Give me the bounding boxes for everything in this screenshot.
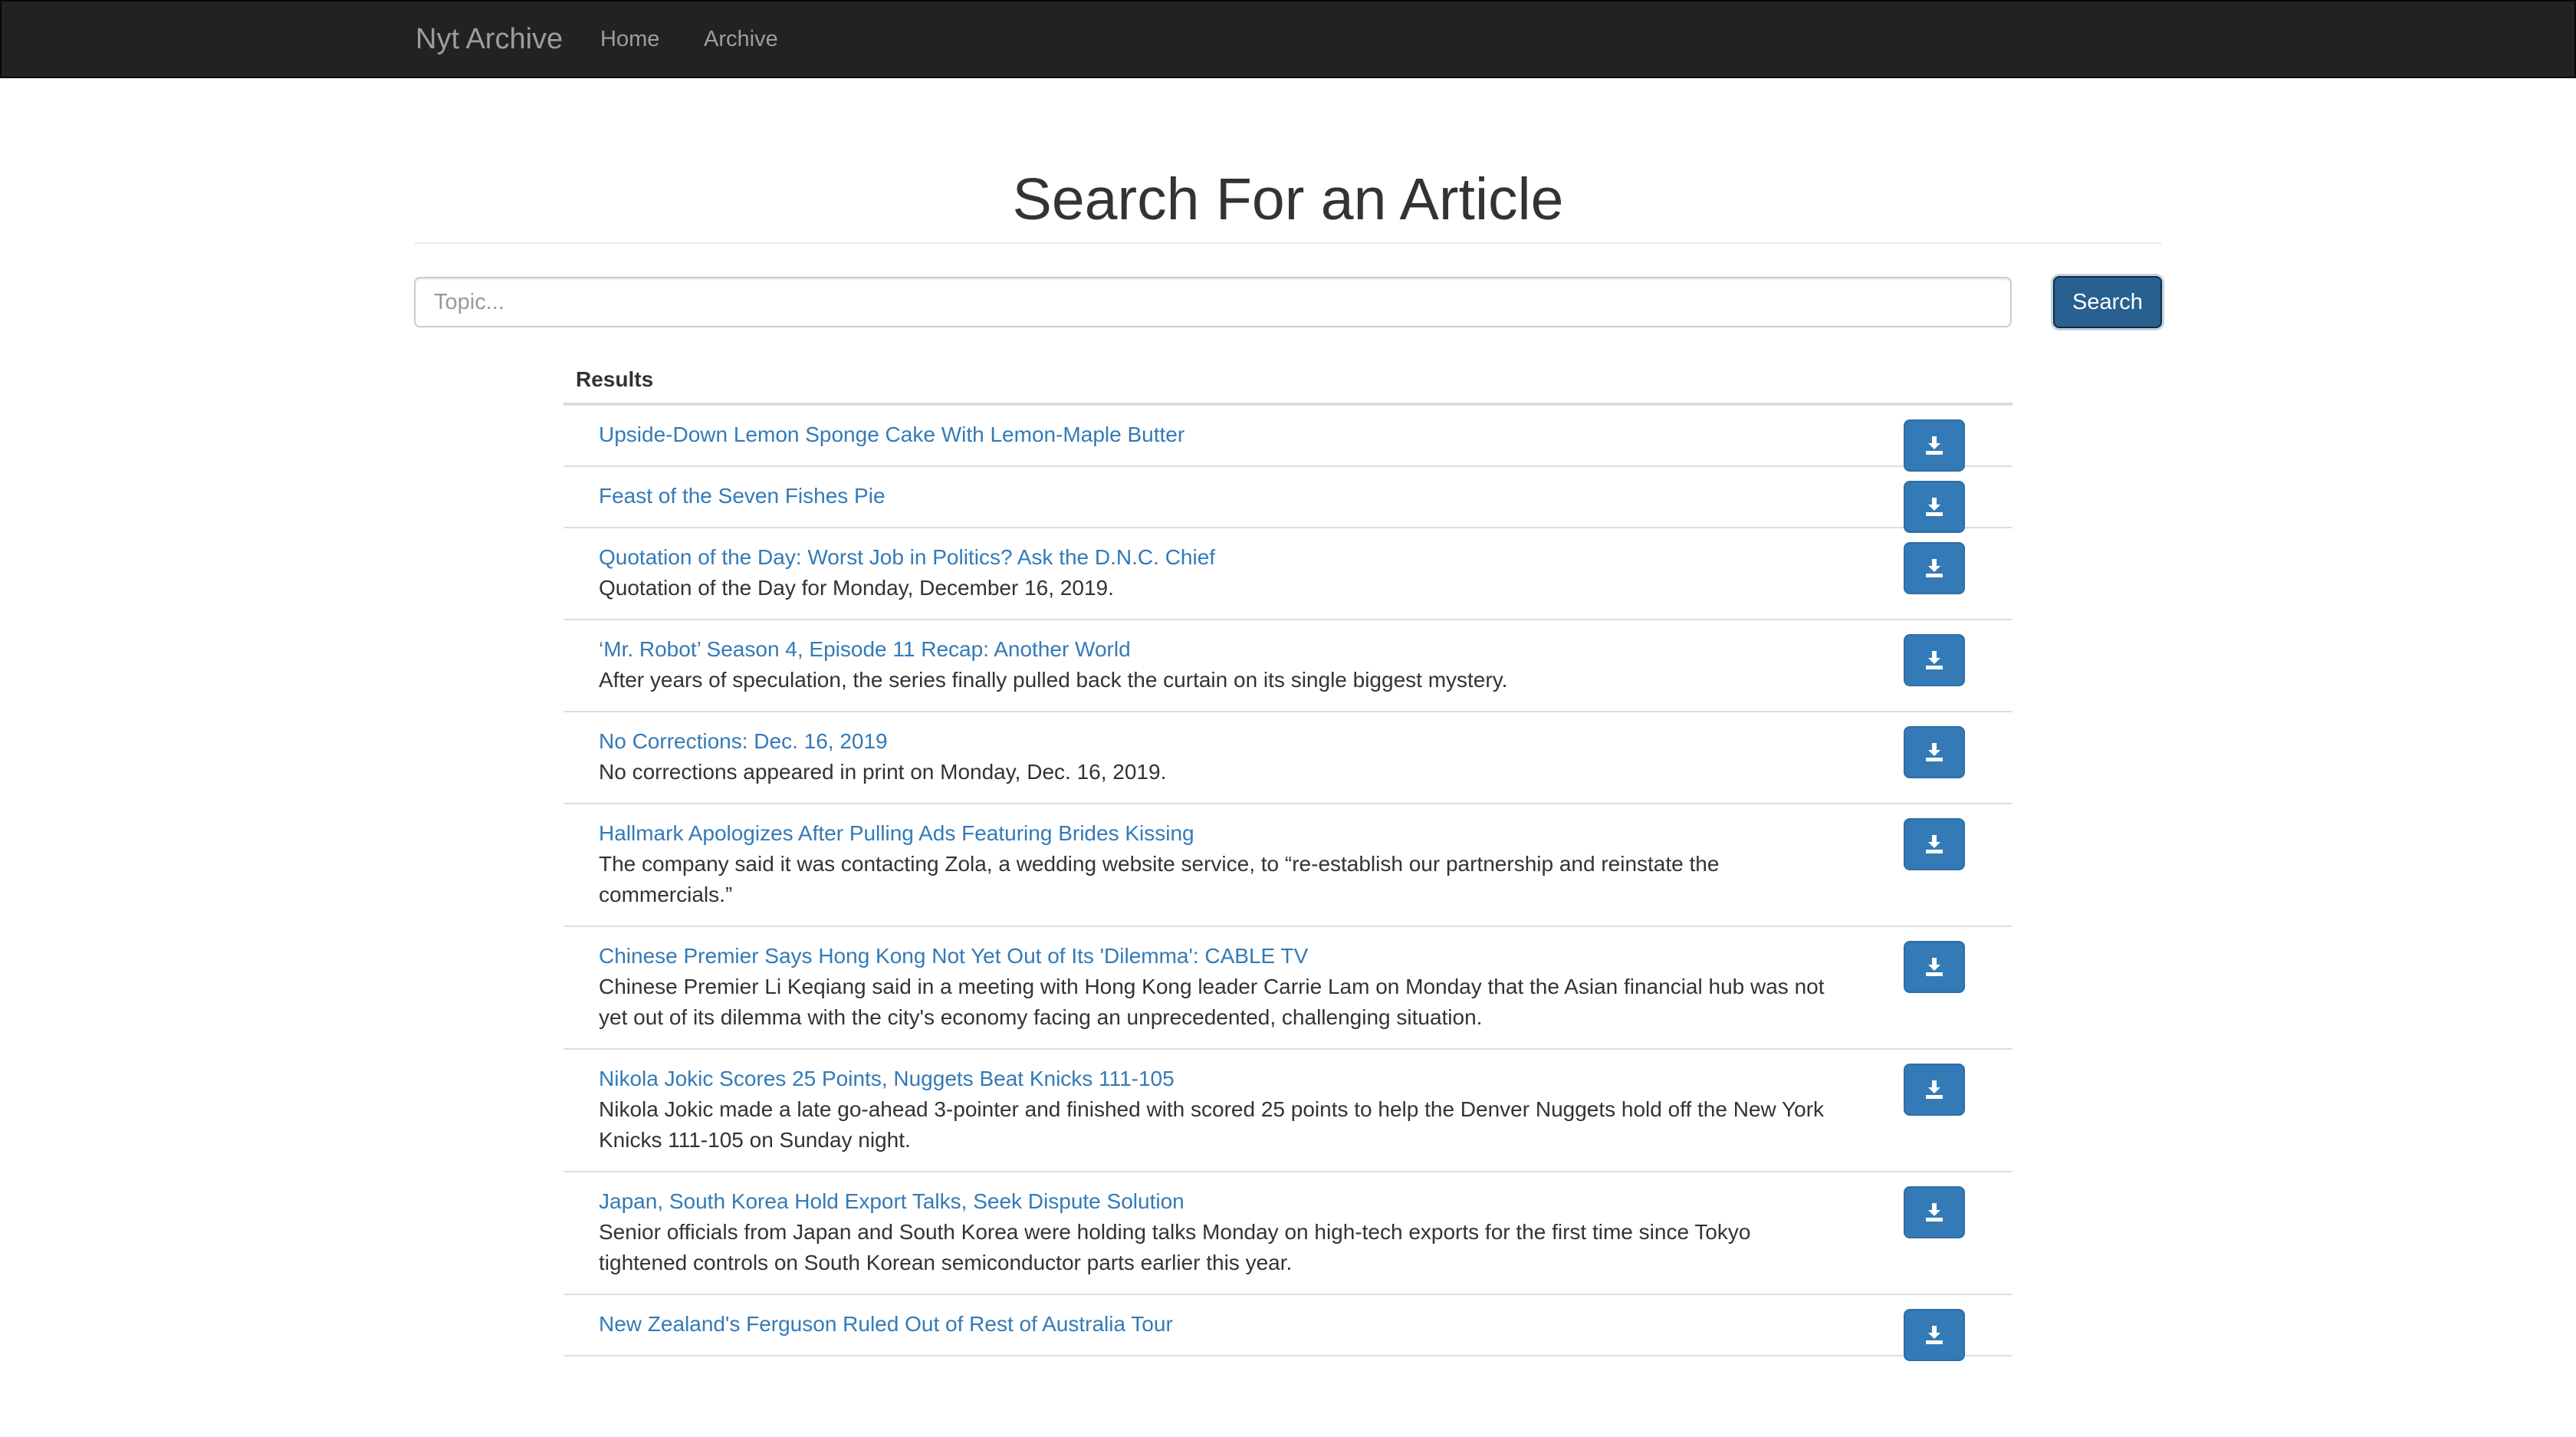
- result-row: Feast of the Seven Fishes Pie: [564, 467, 2013, 533]
- download-icon: [1926, 559, 1943, 577]
- result-title-link[interactable]: No Corrections: Dec. 16, 2019: [599, 726, 1844, 757]
- download-button[interactable]: [1904, 634, 1965, 686]
- result-title-link[interactable]: Japan, South Korea Hold Export Talks, Se…: [599, 1186, 1844, 1217]
- download-button[interactable]: [1904, 542, 1965, 594]
- results-table: Results Upside-Down Lemon Sponge Cake Wi…: [564, 357, 2013, 1361]
- result-description: Nikola Jokic made a late go-ahead 3-poin…: [599, 1097, 1825, 1152]
- result-title-link[interactable]: New Zealand's Ferguson Ruled Out of Rest…: [599, 1309, 1844, 1340]
- search-input[interactable]: [414, 277, 2012, 327]
- result-row: New Zealand's Ferguson Ruled Out of Rest…: [564, 1295, 2013, 1361]
- download-icon: [1926, 1080, 1943, 1099]
- page-header: Search For an Article: [414, 161, 2162, 244]
- result-description: Chinese Premier Li Keqiang said in a mee…: [599, 975, 1825, 1029]
- page-title: Search For an Article: [1012, 166, 1564, 232]
- download-button[interactable]: [1904, 1309, 1965, 1361]
- nav-link-home[interactable]: Home: [600, 2, 659, 77]
- result-row: Nikola Jokic Scores 25 Points, Nuggets B…: [564, 1050, 2013, 1172]
- result-row: Quotation of the Day: Worst Job in Polit…: [564, 528, 2013, 620]
- top-navbar: Nyt Archive Home Archive: [0, 0, 2576, 78]
- result-description: The company said it was contacting Zola,…: [599, 852, 1720, 906]
- result-description: No corrections appeared in print on Mond…: [599, 760, 1167, 784]
- download-icon: [1926, 958, 1943, 976]
- download-icon: [1926, 743, 1943, 761]
- result-description: Quotation of the Day for Monday, Decembe…: [599, 576, 1114, 600]
- download-button[interactable]: [1904, 419, 1965, 472]
- nav-link-archive[interactable]: Archive: [704, 2, 778, 77]
- result-title-link[interactable]: Nikola Jokic Scores 25 Points, Nuggets B…: [599, 1064, 1844, 1094]
- result-title-link[interactable]: Chinese Premier Says Hong Kong Not Yet O…: [599, 941, 1844, 972]
- download-icon: [1926, 1326, 1943, 1344]
- download-button[interactable]: [1904, 726, 1965, 778]
- result-title-link[interactable]: Feast of the Seven Fishes Pie: [599, 481, 1844, 511]
- navbar-brand[interactable]: Nyt Archive: [416, 2, 563, 77]
- download-button[interactable]: [1904, 941, 1965, 993]
- search-button[interactable]: Search: [2053, 276, 2162, 328]
- download-button[interactable]: [1904, 1186, 1965, 1238]
- download-icon: [1926, 1203, 1943, 1222]
- download-button[interactable]: [1904, 1064, 1965, 1116]
- result-row: Upside-Down Lemon Sponge Cake With Lemon…: [564, 406, 2013, 472]
- result-title-link[interactable]: ‘Mr. Robot’ Season 4, Episode 11 Recap: …: [599, 634, 1844, 665]
- result-title-link[interactable]: Quotation of the Day: Worst Job in Polit…: [599, 542, 1844, 573]
- download-button[interactable]: [1904, 481, 1965, 533]
- result-title-link[interactable]: Hallmark Apologizes After Pulling Ads Fe…: [599, 818, 1844, 849]
- result-description: Senior officials from Japan and South Ko…: [599, 1220, 1751, 1274]
- result-row: Japan, South Korea Hold Export Talks, Se…: [564, 1172, 2013, 1295]
- download-icon: [1926, 436, 1943, 455]
- result-row: No Corrections: Dec. 16, 2019 No correcti…: [564, 712, 2013, 804]
- result-row: ‘Mr. Robot’ Season 4, Episode 11 Recap: …: [564, 620, 2013, 712]
- results-heading: Results: [564, 357, 2013, 406]
- download-icon: [1926, 498, 1943, 516]
- result-row: Chinese Premier Says Hong Kong Not Yet O…: [564, 927, 2013, 1050]
- result-title-link[interactable]: Upside-Down Lemon Sponge Cake With Lemon…: [599, 419, 1844, 450]
- download-icon: [1926, 651, 1943, 669]
- download-icon: [1926, 835, 1943, 853]
- download-button[interactable]: [1904, 818, 1965, 870]
- result-row: Hallmark Apologizes After Pulling Ads Fe…: [564, 804, 2013, 927]
- result-description: After years of speculation, the series f…: [599, 668, 1508, 692]
